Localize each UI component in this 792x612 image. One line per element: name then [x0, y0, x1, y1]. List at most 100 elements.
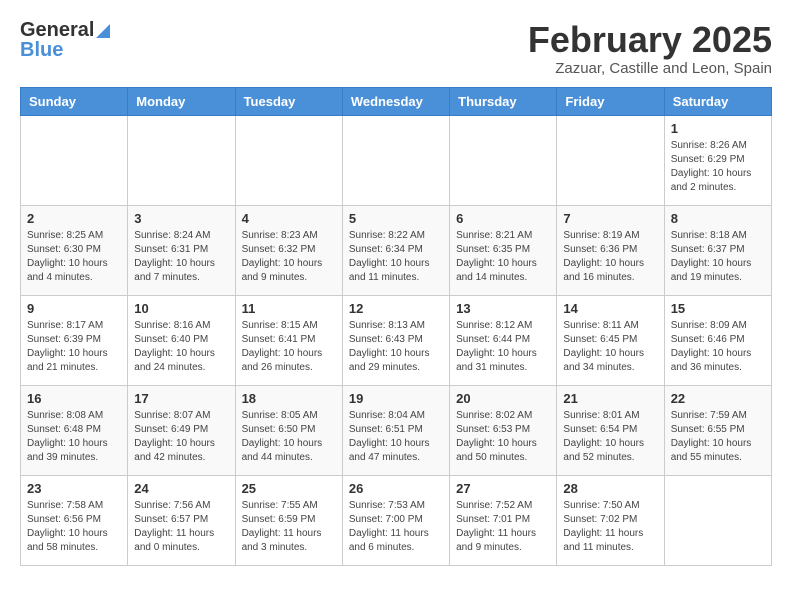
day-info: Sunrise: 8:15 AM Sunset: 6:41 PM Dayligh…: [242, 319, 336, 375]
day-info: Sunrise: 8:17 AM Sunset: 6:39 PM Dayligh…: [27, 319, 121, 375]
table-cell: 11 Sunrise: 8:15 AM Sunset: 6:41 PM Dayli…: [235, 295, 342, 385]
table-cell: 24 Sunrise: 7:56 AM Sunset: 6:57 PM Dayli…: [128, 475, 235, 565]
day-number: 9: [27, 301, 121, 316]
table-cell: [235, 115, 342, 205]
table-cell: 15 Sunrise: 8:09 AM Sunset: 6:46 PM Dayli…: [664, 295, 771, 385]
day-info: Sunrise: 8:07 AM Sunset: 6:49 PM Dayligh…: [134, 409, 228, 465]
table-cell: 26 Sunrise: 7:53 AM Sunset: 7:00 PM Dayli…: [342, 475, 449, 565]
day-info: Sunrise: 8:25 AM Sunset: 6:30 PM Dayligh…: [27, 229, 121, 285]
table-cell: 2 Sunrise: 8:25 AM Sunset: 6:30 PM Daylig…: [21, 205, 128, 295]
table-cell: 25Sunrise: 7:55 AM Sunset: 6:59 PM Dayli…: [235, 475, 342, 565]
table-cell: [450, 115, 557, 205]
table-cell: 13 Sunrise: 8:12 AM Sunset: 6:44 PM Dayli…: [450, 295, 557, 385]
day-number: 3: [134, 211, 228, 226]
calendar-location: Zazuar, Castille and Leon, Spain: [528, 60, 772, 77]
day-number: 13: [456, 301, 550, 316]
table-cell: 21 Sunrise: 8:01 AM Sunset: 6:54 PM Dayli…: [557, 385, 664, 475]
day-number: 27: [456, 481, 550, 496]
day-number: 22: [671, 391, 765, 406]
col-wednesday: Wednesday: [342, 87, 449, 115]
col-tuesday: Tuesday: [235, 87, 342, 115]
table-cell: 5 Sunrise: 8:22 AM Sunset: 6:34 PM Daylig…: [342, 205, 449, 295]
table-cell: 20 Sunrise: 8:02 AM Sunset: 6:53 PM Dayli…: [450, 385, 557, 475]
day-info: Sunrise: 7:53 AM Sunset: 7:00 PM Dayligh…: [349, 499, 443, 555]
day-number: 10: [134, 301, 228, 316]
day-number: 12: [349, 301, 443, 316]
table-cell: [128, 115, 235, 205]
calendar-table: Sunday Monday Tuesday Wednesday Thursday…: [20, 87, 772, 566]
day-info: Sunrise: 8:02 AM Sunset: 6:53 PM Dayligh…: [456, 409, 550, 465]
table-cell: 7Sunrise: 8:19 AM Sunset: 6:36 PM Daylig…: [557, 205, 664, 295]
day-number: 5: [349, 211, 443, 226]
day-info: Sunrise: 8:26 AM Sunset: 6:29 PM Dayligh…: [671, 139, 765, 195]
day-number: 11: [242, 301, 336, 316]
week-row-4: 16 Sunrise: 8:08 AM Sunset: 6:48 PM Dayli…: [21, 385, 772, 475]
day-info: Sunrise: 8:08 AM Sunset: 6:48 PM Dayligh…: [27, 409, 121, 465]
calendar-month-title: February 2025: [528, 20, 772, 60]
table-cell: 12 Sunrise: 8:13 AM Sunset: 6:43 PM Dayli…: [342, 295, 449, 385]
day-info: Sunrise: 8:12 AM Sunset: 6:44 PM Dayligh…: [456, 319, 550, 375]
day-info: Sunrise: 8:19 AM Sunset: 6:36 PM Dayligh…: [563, 229, 657, 285]
logo: General Blue: [20, 20, 110, 60]
table-cell: 28 Sunrise: 7:50 AM Sunset: 7:02 PM Dayli…: [557, 475, 664, 565]
day-number: 2: [27, 211, 121, 226]
table-cell: 22 Sunrise: 7:59 AM Sunset: 6:55 PM Dayli…: [664, 385, 771, 475]
day-info: Sunrise: 8:09 AM Sunset: 6:46 PM Dayligh…: [671, 319, 765, 375]
week-row-2: 2 Sunrise: 8:25 AM Sunset: 6:30 PM Daylig…: [21, 205, 772, 295]
table-cell: 10 Sunrise: 8:16 AM Sunset: 6:40 PM Dayli…: [128, 295, 235, 385]
day-number: 17: [134, 391, 228, 406]
day-info: Sunrise: 7:59 AM Sunset: 6:55 PM Dayligh…: [671, 409, 765, 465]
table-cell: [557, 115, 664, 205]
table-cell: 23 Sunrise: 7:58 AM Sunset: 6:56 PM Dayli…: [21, 475, 128, 565]
day-info: Sunrise: 7:50 AM Sunset: 7:02 PM Dayligh…: [563, 499, 657, 555]
table-cell: 9 Sunrise: 8:17 AM Sunset: 6:39 PM Daylig…: [21, 295, 128, 385]
col-monday: Monday: [128, 87, 235, 115]
day-number: 23: [27, 481, 121, 496]
day-info: Sunrise: 8:01 AM Sunset: 6:54 PM Dayligh…: [563, 409, 657, 465]
day-number: 16: [27, 391, 121, 406]
day-number: 26: [349, 481, 443, 496]
table-cell: 19 Sunrise: 8:04 AM Sunset: 6:51 PM Dayli…: [342, 385, 449, 475]
logo-blue-text: Blue: [20, 40, 63, 60]
day-info: Sunrise: 8:22 AM Sunset: 6:34 PM Dayligh…: [349, 229, 443, 285]
table-cell: 4 Sunrise: 8:23 AM Sunset: 6:32 PM Daylig…: [235, 205, 342, 295]
day-info: Sunrise: 8:16 AM Sunset: 6:40 PM Dayligh…: [134, 319, 228, 375]
day-info: Sunrise: 7:56 AM Sunset: 6:57 PM Dayligh…: [134, 499, 228, 555]
day-number: 24: [134, 481, 228, 496]
calendar-header-row: Sunday Monday Tuesday Wednesday Thursday…: [21, 87, 772, 115]
day-number: 21: [563, 391, 657, 406]
day-info: Sunrise: 8:23 AM Sunset: 6:32 PM Dayligh…: [242, 229, 336, 285]
table-cell: 18Sunrise: 8:05 AM Sunset: 6:50 PM Dayli…: [235, 385, 342, 475]
col-saturday: Saturday: [664, 87, 771, 115]
table-cell: 1 Sunrise: 8:26 AM Sunset: 6:29 PM Daylig…: [664, 115, 771, 205]
day-number: 28: [563, 481, 657, 496]
week-row-5: 23 Sunrise: 7:58 AM Sunset: 6:56 PM Dayli…: [21, 475, 772, 565]
day-info: Sunrise: 7:58 AM Sunset: 6:56 PM Dayligh…: [27, 499, 121, 555]
day-info: Sunrise: 8:11 AM Sunset: 6:45 PM Dayligh…: [563, 319, 657, 375]
table-cell: 6Sunrise: 8:21 AM Sunset: 6:35 PM Daylig…: [450, 205, 557, 295]
logo-general-text: General: [20, 20, 94, 40]
table-cell: [21, 115, 128, 205]
day-number: 1: [671, 121, 765, 136]
day-info: Sunrise: 8:18 AM Sunset: 6:37 PM Dayligh…: [671, 229, 765, 285]
table-cell: 27 Sunrise: 7:52 AM Sunset: 7:01 PM Dayli…: [450, 475, 557, 565]
week-row-1: 1 Sunrise: 8:26 AM Sunset: 6:29 PM Daylig…: [21, 115, 772, 205]
calendar-title-block: February 2025 Zazuar, Castille and Leon,…: [528, 20, 772, 77]
day-number: 4: [242, 211, 336, 226]
day-info: Sunrise: 7:52 AM Sunset: 7:01 PM Dayligh…: [456, 499, 550, 555]
table-cell: 17 Sunrise: 8:07 AM Sunset: 6:49 PM Dayli…: [128, 385, 235, 475]
day-info: Sunrise: 8:13 AM Sunset: 6:43 PM Dayligh…: [349, 319, 443, 375]
day-info: Sunrise: 8:04 AM Sunset: 6:51 PM Dayligh…: [349, 409, 443, 465]
day-info: Sunrise: 7:55 AM Sunset: 6:59 PM Dayligh…: [242, 499, 336, 555]
col-friday: Friday: [557, 87, 664, 115]
day-number: 15: [671, 301, 765, 316]
day-number: 19: [349, 391, 443, 406]
col-sunday: Sunday: [21, 87, 128, 115]
day-number: 8: [671, 211, 765, 226]
day-number: 20: [456, 391, 550, 406]
week-row-3: 9 Sunrise: 8:17 AM Sunset: 6:39 PM Daylig…: [21, 295, 772, 385]
page-header: General Blue February 2025 Zazuar, Casti…: [20, 20, 772, 77]
day-info: Sunrise: 8:21 AM Sunset: 6:35 PM Dayligh…: [456, 229, 550, 285]
table-cell: [342, 115, 449, 205]
day-info: Sunrise: 8:05 AM Sunset: 6:50 PM Dayligh…: [242, 409, 336, 465]
